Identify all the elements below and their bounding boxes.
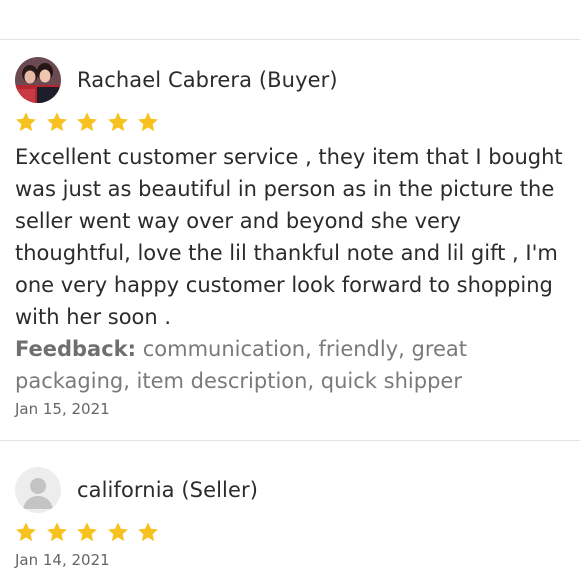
star-rating xyxy=(15,521,570,547)
star-icon xyxy=(77,522,97,542)
review-header: Rachael Cabrera (Buyer) xyxy=(15,55,570,105)
star-icon xyxy=(46,112,67,132)
star-icon xyxy=(107,112,128,132)
review-item: Rachael Cabrera (Buyer) Excellent custom… xyxy=(15,55,570,418)
reviewer-avatar[interactable] xyxy=(15,57,61,103)
star-icon xyxy=(46,522,67,542)
review-item: california (Seller) Jan 14, 2021 xyxy=(15,465,570,569)
star-rating xyxy=(15,111,570,137)
review-text: Excellent customer service , they item t… xyxy=(15,141,570,333)
review-text-line: with her soon . xyxy=(15,305,172,329)
reviewer-name[interactable]: Rachael Cabrera (Buyer) xyxy=(77,68,338,92)
review-text-line: was just as beautiful in person as in th… xyxy=(15,177,555,201)
feedback-tags: Feedback: communication, friendly, great… xyxy=(15,333,570,397)
review-text-line: thoughtful, love the lil thankful note a… xyxy=(15,241,558,265)
feedback-label: Feedback: xyxy=(15,337,137,361)
review-date: Jan 15, 2021 xyxy=(15,400,110,418)
review-date: Jan 14, 2021 xyxy=(15,551,110,569)
top-divider xyxy=(0,39,580,40)
review-divider xyxy=(0,440,580,441)
review-text-line: Excellent customer service , they item t… xyxy=(15,145,563,169)
profile-photo-icon xyxy=(15,57,61,103)
star-icon xyxy=(138,112,158,132)
review-text-line: one very happy customer look forward to … xyxy=(15,273,553,297)
star-icon xyxy=(107,522,128,542)
review-text-line: seller went way over and beyond she very xyxy=(15,209,462,233)
star-icon xyxy=(138,522,158,542)
feedback-values: communication, friendly, great xyxy=(142,337,468,361)
star-icon xyxy=(16,112,36,132)
star-icon xyxy=(77,112,97,132)
reviewer-avatar[interactable] xyxy=(15,467,61,513)
feedback-values-continued: packaging, item description, quick shipp… xyxy=(15,369,462,393)
reviewer-name[interactable]: california (Seller) xyxy=(77,478,258,502)
review-header: california (Seller) xyxy=(15,465,570,515)
star-icon xyxy=(16,522,36,542)
default-user-avatar-icon xyxy=(15,467,61,513)
